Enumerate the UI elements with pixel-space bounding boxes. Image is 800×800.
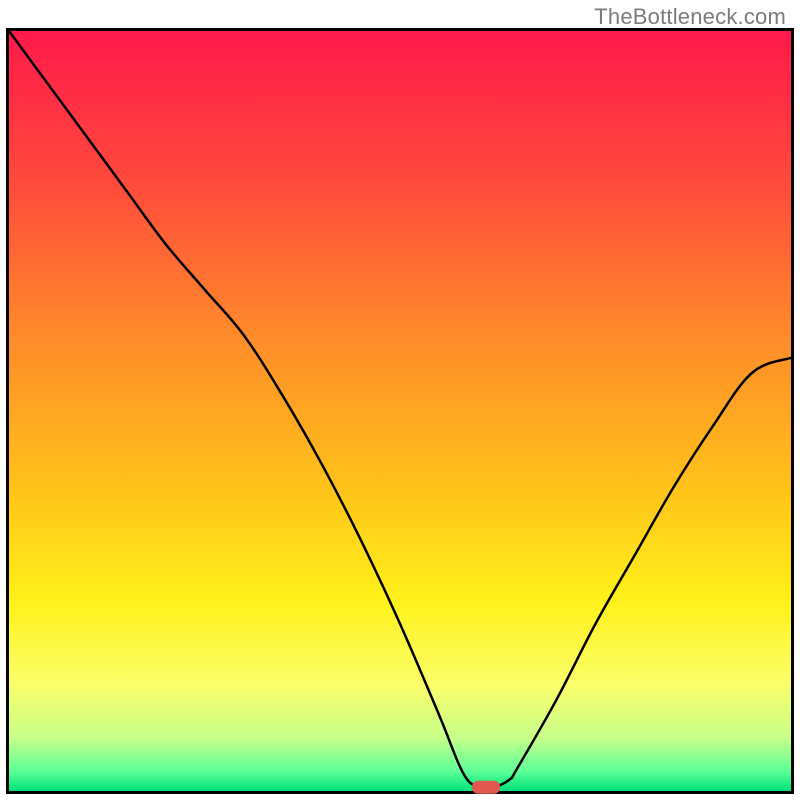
watermark-text: TheBottleneck.com [594,4,786,30]
optimal-point-marker [472,781,500,794]
bottleneck-chart [6,28,794,794]
gradient-background [9,31,791,791]
chart-frame [6,28,794,794]
